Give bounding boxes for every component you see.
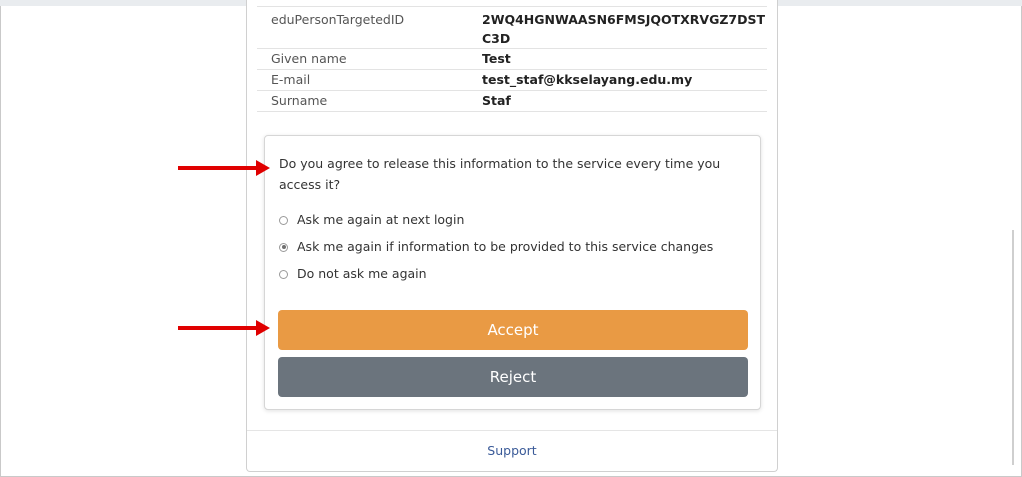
option-label: Do not ask me again: [297, 266, 427, 281]
consent-option-never[interactable]: Do not ask me again: [279, 265, 427, 283]
reject-button[interactable]: Reject: [278, 357, 748, 397]
attribute-name: E-mail: [271, 72, 311, 87]
consent-option-info-changes[interactable]: Ask me again if information to be provid…: [279, 238, 713, 256]
attribute-row: eduPersonTargetedID 2WQ4HGNWAASN6FMSJQOT…: [257, 7, 767, 49]
arrow-shaft: [178, 326, 258, 330]
attribute-row-clipped: [257, 0, 767, 7]
footer-divider: [247, 430, 777, 431]
option-label: Ask me again at next login: [297, 212, 465, 227]
attribute-name: eduPersonTargetedID: [271, 12, 405, 27]
attribute-value: 2WQ4HGNWAASN6FMSJQOTXRVGZ7DSTC3D: [482, 12, 766, 46]
annotation-arrow-accept: [178, 320, 270, 336]
accept-button[interactable]: Accept: [278, 310, 748, 350]
arrow-head-icon: [256, 320, 270, 336]
consent-card: eduPersonTargetedID 2WQ4HGNWAASN6FMSJQOT…: [246, 0, 778, 472]
attribute-value: Test: [482, 51, 511, 66]
attribute-row: Surname Staf: [257, 91, 767, 112]
arrow-head-icon: [256, 160, 270, 176]
consent-question: Do you agree to release this information…: [279, 156, 721, 192]
attribute-row: E-mail test_staf@kkselayang.edu.my: [257, 70, 767, 91]
option-label: Ask me again if information to be provid…: [297, 239, 714, 254]
attribute-table: eduPersonTargetedID 2WQ4HGNWAASN6FMSJQOT…: [257, 0, 767, 112]
support-link[interactable]: Support: [247, 443, 777, 458]
annotation-arrow-question: [178, 160, 270, 176]
radio-button[interactable]: [279, 269, 288, 279]
scrollbar[interactable]: [1012, 230, 1014, 465]
consent-option-next-login[interactable]: Ask me again at next login: [279, 211, 464, 229]
attribute-name: Given name: [271, 51, 347, 66]
radio-button-selected[interactable]: [279, 242, 288, 252]
arrow-shaft: [178, 166, 258, 170]
attribute-row: Given name Test: [257, 49, 767, 70]
consent-panel: Do you agree to release this information…: [264, 135, 761, 410]
attribute-name: Surname: [271, 93, 328, 108]
radio-button[interactable]: [279, 215, 288, 225]
attribute-value: Staf: [482, 93, 511, 108]
attribute-value: test_staf@kkselayang.edu.my: [482, 72, 693, 87]
